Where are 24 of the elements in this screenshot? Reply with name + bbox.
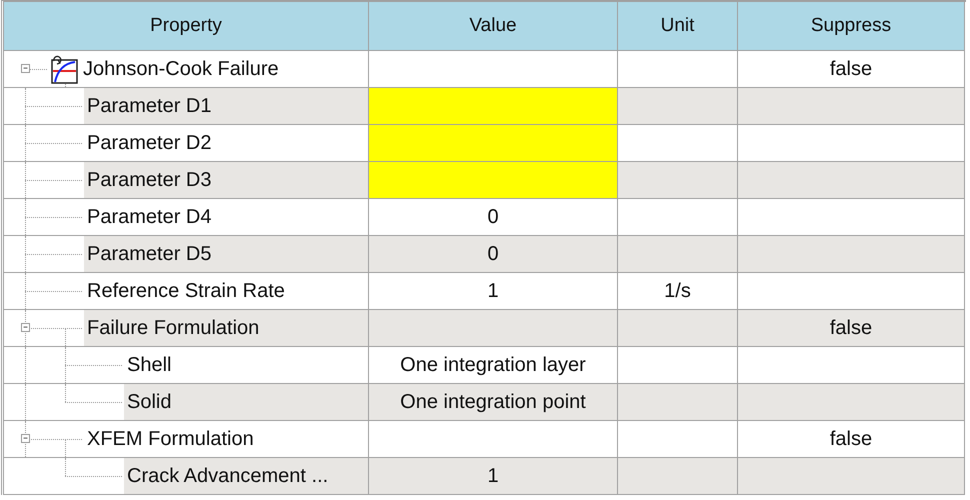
- expander-icon[interactable]: [21, 434, 30, 443]
- tree-item[interactable]: Solid: [124, 384, 368, 420]
- value-cell: One integration point: [369, 384, 618, 421]
- suppress-cell: false: [738, 310, 965, 347]
- tree-item[interactable]: Parameter D2: [84, 125, 368, 161]
- expander-icon[interactable]: [21, 64, 30, 73]
- curve-chart-icon: [50, 54, 78, 84]
- tree-item[interactable]: Reference Strain Rate: [84, 273, 368, 309]
- column-header[interactable]: Suppress: [738, 2, 965, 51]
- tree-item[interactable]: Parameter D3: [84, 162, 368, 198]
- tree-item[interactable]: XFEM Formulation: [84, 421, 368, 457]
- tree-item[interactable]: Parameter D4: [84, 199, 368, 235]
- tree-item[interactable]: Parameter D1: [84, 88, 368, 124]
- tree-item[interactable]: Failure Formulation: [84, 310, 368, 346]
- tree-item[interactable]: Shell: [124, 347, 368, 383]
- tree-item[interactable]: Crack Advancement ...: [124, 458, 368, 494]
- tree-item[interactable]: Parameter D5: [84, 236, 368, 272]
- expander-icon[interactable]: [21, 323, 30, 332]
- value-cell: 0: [369, 236, 618, 273]
- tree-item[interactable]: Johnson-Cook Failure: [80, 51, 368, 87]
- column-header[interactable]: Property: [4, 2, 369, 51]
- value-cell: 1: [369, 458, 618, 495]
- column-header[interactable]: Value: [369, 2, 618, 51]
- column-header[interactable]: Unit: [618, 2, 738, 51]
